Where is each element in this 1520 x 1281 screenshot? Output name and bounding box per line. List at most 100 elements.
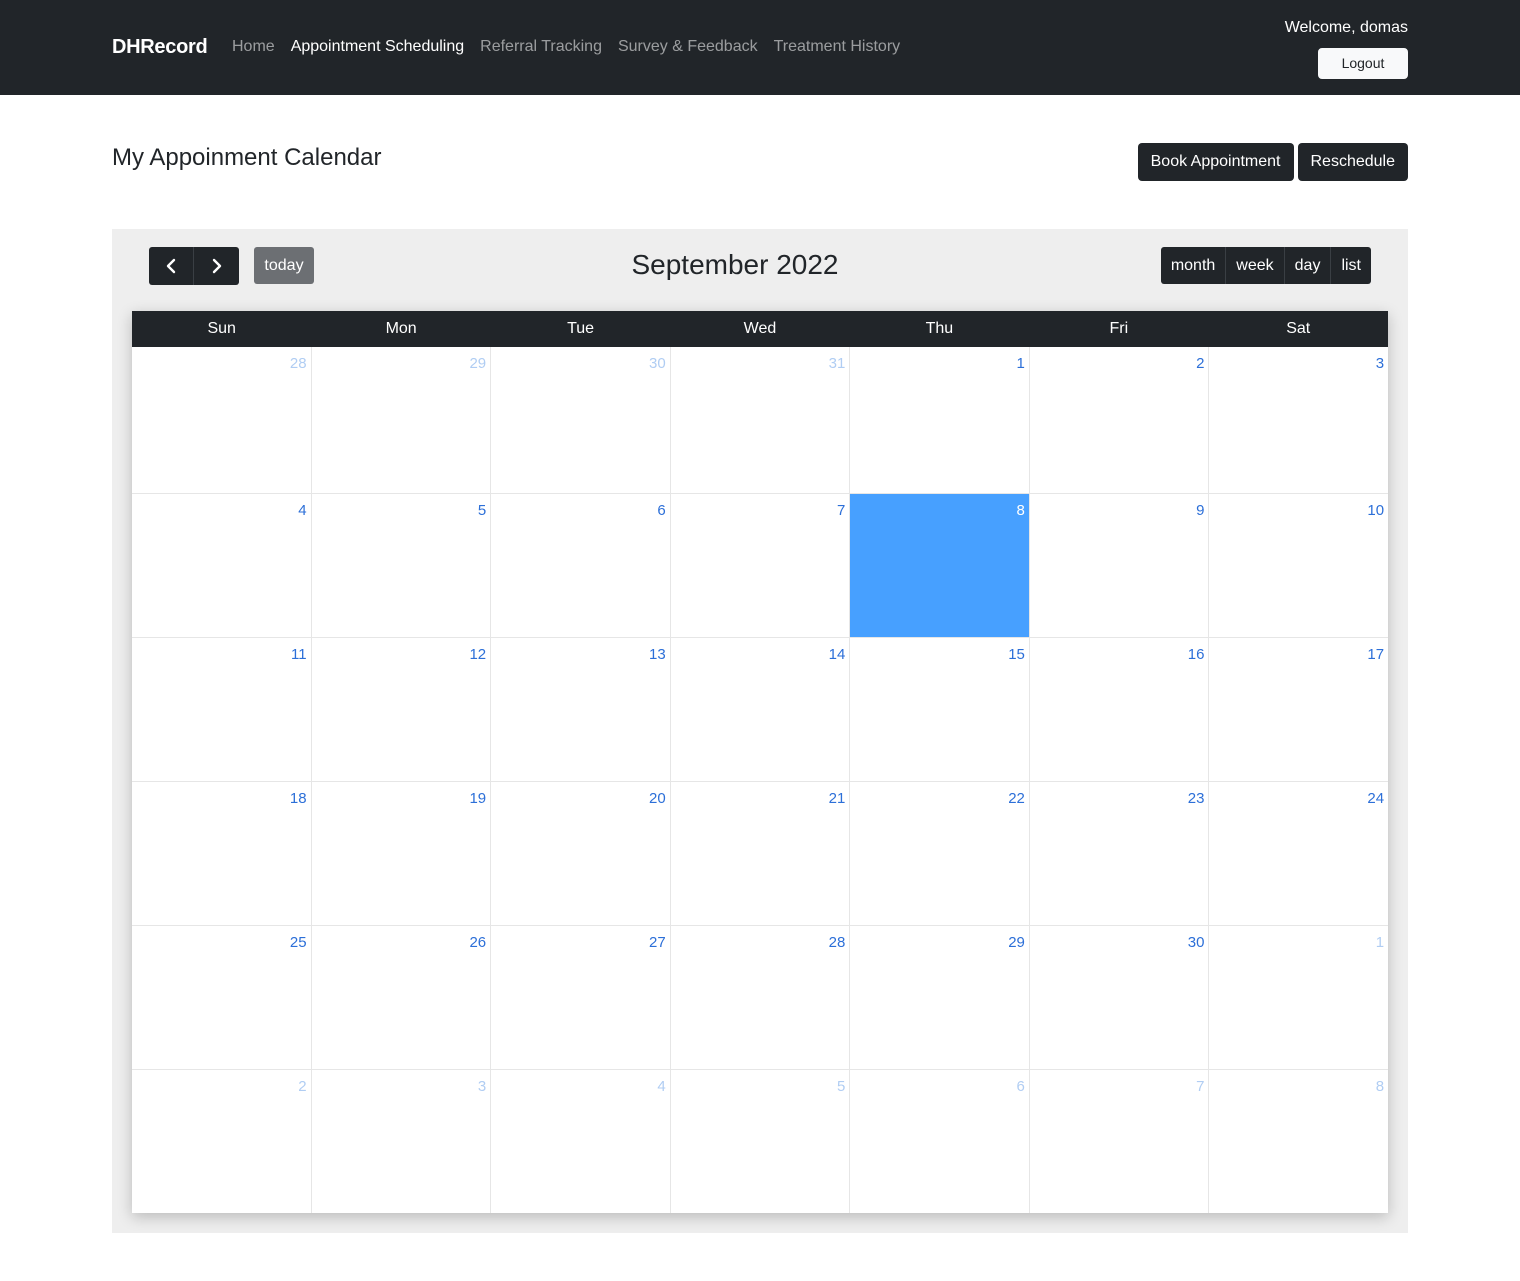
day-cell[interactable]: 19 — [310, 782, 491, 925]
day-number[interactable]: 8 — [1376, 1078, 1384, 1095]
day-cell[interactable]: 28 — [132, 347, 311, 493]
book-appointment-button[interactable]: Book Appointment — [1137, 143, 1294, 181]
day-number[interactable]: 22 — [1008, 790, 1025, 807]
day-number[interactable]: 28 — [829, 934, 846, 951]
day-cell[interactable]: 10 — [1208, 494, 1388, 637]
day-cell[interactable]: 4 — [490, 1070, 670, 1213]
day-number[interactable]: 24 — [1367, 790, 1384, 807]
day-cell[interactable]: 30 — [1028, 926, 1209, 1069]
day-cell[interactable]: 2 — [132, 1070, 311, 1213]
day-number[interactable]: 9 — [1196, 502, 1204, 519]
view-week-button[interactable]: week — [1226, 247, 1285, 284]
nav-survey-feedback[interactable]: Survey & Feedback — [610, 38, 766, 56]
day-cell[interactable]: 22 — [849, 782, 1029, 925]
day-number[interactable]: 23 — [1188, 790, 1205, 807]
day-cell[interactable]: 4 — [132, 494, 311, 637]
day-number[interactable]: 13 — [649, 646, 666, 663]
day-cell[interactable]: 31 — [669, 347, 850, 493]
day-cell[interactable]: 1 — [849, 347, 1029, 493]
day-number[interactable]: 25 — [290, 934, 307, 951]
day-number[interactable]: 4 — [298, 502, 306, 519]
day-number[interactable]: 31 — [829, 355, 846, 372]
day-number[interactable]: 14 — [829, 646, 846, 663]
day-cell[interactable]: 24 — [1208, 782, 1388, 925]
day-number[interactable]: 30 — [649, 355, 666, 372]
day-cell[interactable]: 29 — [849, 926, 1029, 1069]
day-number[interactable]: 29 — [469, 355, 486, 372]
day-cell[interactable]: 12 — [310, 638, 491, 781]
nav-referral-tracking[interactable]: Referral Tracking — [472, 38, 610, 56]
day-cell[interactable]: 30 — [490, 347, 670, 493]
day-number[interactable]: 2 — [298, 1078, 306, 1095]
day-cell[interactable]: 3 — [1208, 347, 1388, 493]
view-day-button[interactable]: day — [1284, 247, 1332, 284]
day-cell-today[interactable]: 8 — [849, 494, 1029, 637]
day-cell[interactable]: 7 — [669, 494, 850, 637]
day-number[interactable]: 30 — [1188, 934, 1205, 951]
day-number[interactable]: 3 — [1376, 355, 1384, 372]
day-cell[interactable]: 27 — [490, 926, 670, 1069]
day-number[interactable]: 17 — [1367, 646, 1384, 663]
day-number[interactable]: 7 — [837, 502, 845, 519]
day-cell[interactable]: 8 — [1208, 1070, 1388, 1213]
day-cell[interactable]: 28 — [669, 926, 850, 1069]
day-number[interactable]: 3 — [478, 1078, 486, 1095]
day-number[interactable]: 2 — [1196, 355, 1204, 372]
day-cell[interactable]: 14 — [669, 638, 850, 781]
day-number[interactable]: 21 — [829, 790, 846, 807]
day-cell[interactable]: 7 — [1028, 1070, 1209, 1213]
day-number[interactable]: 1 — [1017, 355, 1025, 372]
day-number[interactable]: 7 — [1196, 1078, 1204, 1095]
day-number[interactable]: 4 — [657, 1078, 665, 1095]
day-cell[interactable]: 6 — [490, 494, 670, 637]
day-number[interactable]: 16 — [1188, 646, 1205, 663]
day-cell[interactable]: 1 — [1208, 926, 1388, 1069]
day-number[interactable]: 15 — [1008, 646, 1025, 663]
dow-sun: Sun — [207, 320, 236, 337]
nav-home[interactable]: Home — [224, 38, 283, 56]
day-cell[interactable]: 23 — [1028, 782, 1209, 925]
day-number[interactable]: 12 — [469, 646, 486, 663]
day-cell[interactable]: 18 — [132, 782, 311, 925]
day-number[interactable]: 18 — [290, 790, 307, 807]
day-number[interactable]: 1 — [1376, 934, 1384, 951]
day-cell[interactable]: 11 — [132, 638, 311, 781]
day-cell[interactable]: 5 — [669, 1070, 850, 1213]
nav-appointment-scheduling[interactable]: Appointment Scheduling — [283, 38, 472, 56]
day-cell[interactable]: 25 — [132, 926, 311, 1069]
view-month-button[interactable]: month — [1160, 247, 1227, 284]
brand-logo[interactable]: DHRecord — [112, 36, 208, 59]
day-number[interactable]: 10 — [1367, 502, 1384, 519]
day-cell[interactable]: 13 — [490, 638, 670, 781]
day-number[interactable]: 5 — [837, 1078, 845, 1095]
logout-button[interactable]: Logout — [1318, 48, 1408, 79]
day-number[interactable]: 6 — [657, 502, 665, 519]
day-cell[interactable]: 21 — [669, 782, 850, 925]
day-number[interactable]: 27 — [649, 934, 666, 951]
day-cell[interactable]: 16 — [1028, 638, 1209, 781]
day-cell[interactable]: 26 — [310, 926, 491, 1069]
day-cell[interactable]: 6 — [849, 1070, 1029, 1213]
day-number[interactable]: 8 — [1017, 502, 1025, 519]
day-cell[interactable]: 5 — [310, 494, 491, 637]
day-number[interactable]: 28 — [290, 355, 307, 372]
view-list-button[interactable]: list — [1331, 247, 1371, 284]
day-cell[interactable]: 3 — [310, 1070, 491, 1213]
day-cell[interactable]: 20 — [490, 782, 670, 925]
day-cell[interactable]: 2 — [1028, 347, 1209, 493]
day-number[interactable]: 20 — [649, 790, 666, 807]
day-number[interactable]: 26 — [469, 934, 486, 951]
day-number[interactable]: 19 — [469, 790, 486, 807]
day-cell[interactable]: 9 — [1028, 494, 1209, 637]
day-number[interactable]: 29 — [1008, 934, 1025, 951]
view-switcher: month week day list — [1160, 247, 1371, 284]
day-number[interactable]: 11 — [291, 646, 307, 663]
reschedule-button[interactable]: Reschedule — [1297, 143, 1408, 181]
page-title: My Appoinment Calendar — [112, 144, 382, 171]
day-cell[interactable]: 29 — [310, 347, 491, 493]
day-cell[interactable]: 17 — [1208, 638, 1388, 781]
day-number[interactable]: 5 — [478, 502, 486, 519]
nav-treatment-history[interactable]: Treatment History — [766, 38, 909, 56]
day-number[interactable]: 6 — [1017, 1078, 1025, 1095]
day-cell[interactable]: 15 — [849, 638, 1029, 781]
